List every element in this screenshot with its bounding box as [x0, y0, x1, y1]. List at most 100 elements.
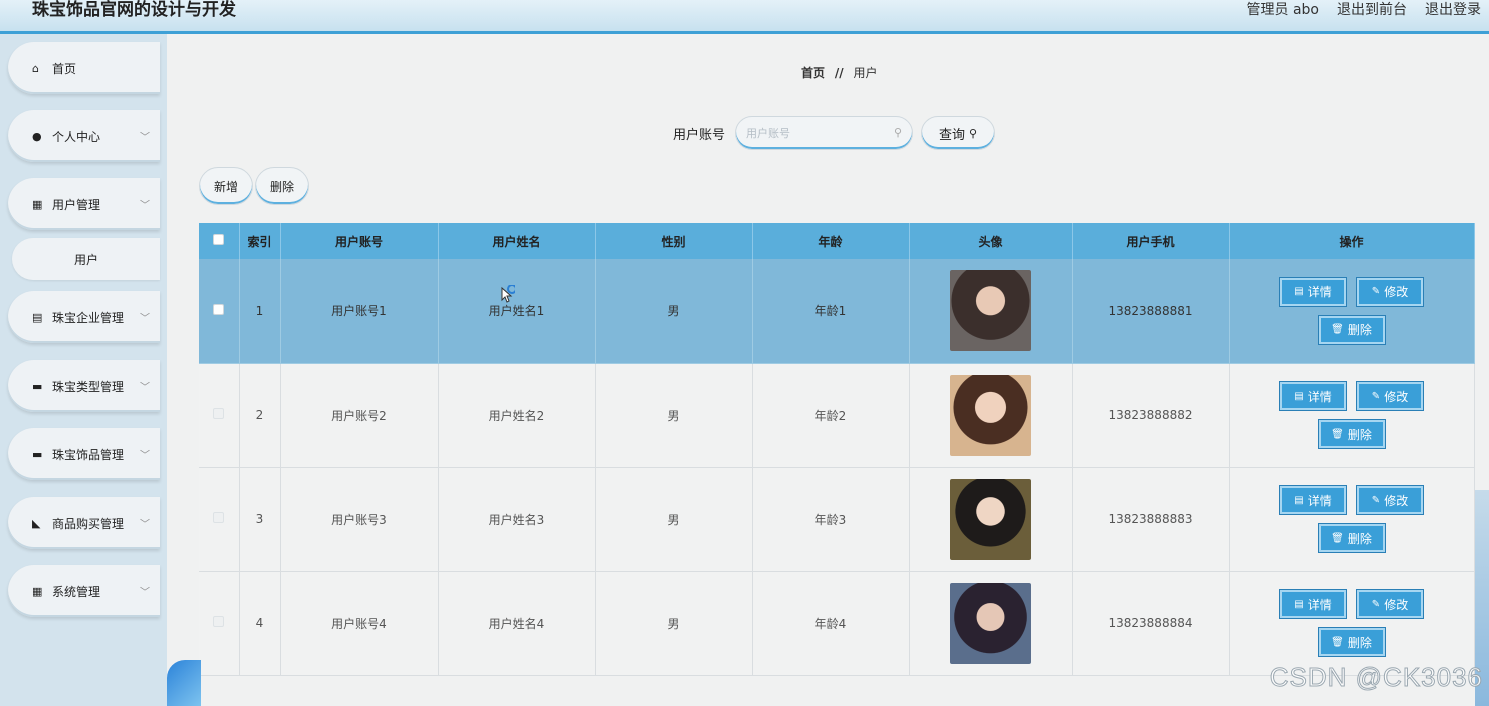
- column-header: 用户手机: [1072, 223, 1230, 259]
- avatar-cell: [909, 467, 1073, 572]
- monitor-icon: ▬: [32, 379, 43, 393]
- select-all-header[interactable]: [199, 223, 240, 259]
- column-header: 用户姓名: [438, 223, 596, 259]
- phone-cell: 13823888884: [1072, 571, 1230, 676]
- sidebar-item-home[interactable]: ⌂ 首页: [8, 42, 160, 94]
- avatar: [950, 478, 1031, 560]
- column-header: 用户账号: [280, 223, 439, 259]
- exit-to-front-link[interactable]: 退出到前台: [1337, 0, 1407, 20]
- gender-cell: 男: [595, 259, 753, 364]
- age-cell: 年龄1: [752, 259, 910, 364]
- sidebar-item-user-management[interactable]: ▦ 用户管理 ﹀: [8, 178, 160, 230]
- row-checkbox[interactable]: [213, 303, 225, 315]
- sidebar-item-label: 珠宝饰品管理: [52, 447, 125, 462]
- sidebar-item-label: 个人中心: [52, 129, 101, 144]
- detail-button[interactable]: ▤ 详情: [1279, 589, 1347, 619]
- sidebar-item-system-management[interactable]: ▦ 系统管理 ﹀: [8, 565, 160, 617]
- batch-delete-button[interactable]: 删除: [255, 167, 309, 205]
- phone-cell: 13823888882: [1072, 363, 1230, 468]
- edit-button[interactable]: ✎ 修改: [1356, 589, 1424, 619]
- detail-button[interactable]: ▤ 详情: [1279, 485, 1347, 515]
- sidebar-item-enterprise-management[interactable]: ▤ 珠宝企业管理 ﹀: [8, 291, 160, 343]
- edit-button[interactable]: ✎ 修改: [1356, 485, 1424, 515]
- column-header: 年龄: [752, 223, 910, 259]
- row-select-cell[interactable]: [199, 571, 240, 676]
- add-button[interactable]: 新增: [199, 167, 253, 205]
- pencil-icon: ✎: [1371, 390, 1381, 402]
- row-select-cell[interactable]: [199, 467, 240, 572]
- edit-button[interactable]: ✎ 修改: [1356, 276, 1424, 307]
- table-row[interactable]: 3 用户账号3 用户姓名3 男年龄3 13823888883 ▤ 详情 ✎ 修改 🗑 删除: [199, 467, 1475, 572]
- document-icon: ▤: [1294, 390, 1304, 402]
- actions-cell: ▤ 详情 ✎ 修改 🗑 删除: [1229, 571, 1475, 676]
- detail-label: 详情: [1307, 493, 1332, 508]
- delete-button[interactable]: 🗑 删除: [1317, 419, 1386, 449]
- clipboard-icon: ▤: [32, 310, 43, 324]
- detail-label: 详情: [1307, 285, 1332, 300]
- edit-label: 修改: [1384, 389, 1409, 404]
- main-content: 首页 // 用户 用户账号 ⚲ 查询 ⚲ 新增 删除 索引: [167, 34, 1489, 706]
- table-row[interactable]: 1 用户账号1 用户姓名1 男年龄1 13823888881 ▤ 详情 ✎ 修改 🗑 删除: [199, 259, 1475, 364]
- avatar: [950, 582, 1031, 664]
- detail-button[interactable]: ▤ 详情: [1279, 381, 1347, 411]
- user-icon: ●: [32, 129, 42, 143]
- row-checkbox[interactable]: [213, 408, 225, 419]
- watermark: CSDN @CK3036: [1269, 662, 1483, 693]
- chevron-down-icon: ﹀: [140, 200, 150, 212]
- delete-label: 删除: [1347, 427, 1372, 442]
- search-field[interactable]: ⚲: [735, 116, 914, 150]
- pencil-icon: ✎: [1371, 598, 1381, 610]
- top-bar: 珠宝饰品官网的设计与开发 管理员 abo 退出到前台 退出登录: [0, 0, 1489, 34]
- logout-link[interactable]: 退出登录: [1425, 0, 1481, 20]
- table-row[interactable]: 2 用户账号2 用户姓名2 男年龄2 13823888882 ▤ 详情 ✎ 修改 🗑 删除: [199, 363, 1475, 468]
- account-cell: 用户账号2: [280, 363, 439, 468]
- name-cell: 用户姓名2: [438, 363, 596, 468]
- breadcrumb-current: 用户: [853, 66, 878, 80]
- sidebar-item-personal-center[interactable]: ● 个人中心 ﹀: [8, 110, 160, 162]
- actions-cell: ▤ 详情 ✎ 修改 🗑 删除: [1229, 259, 1475, 364]
- column-header: 头像: [909, 223, 1073, 259]
- delete-button[interactable]: 🗑 删除: [1317, 523, 1386, 553]
- row-checkbox[interactable]: [213, 512, 225, 523]
- account-cell: 用户账号1: [280, 259, 439, 364]
- delete-button[interactable]: 🗑 删除: [1317, 314, 1386, 345]
- breadcrumb: 首页 // 用户: [801, 64, 877, 81]
- edit-label: 修改: [1384, 285, 1409, 300]
- column-header: 性别: [595, 223, 753, 259]
- detail-button[interactable]: ▤ 详情: [1279, 276, 1347, 307]
- detail-label: 详情: [1307, 389, 1332, 404]
- account-cell: 用户账号4: [280, 571, 439, 676]
- chevron-down-icon: ﹀: [140, 450, 150, 462]
- sidebar-subitem-user[interactable]: 用户: [12, 238, 160, 280]
- column-header: 索引: [239, 223, 281, 259]
- query-button[interactable]: 查询 ⚲: [921, 116, 996, 150]
- delete-label: 删除: [1347, 323, 1372, 338]
- sidebar-item-jewelry-management[interactable]: ▬ 珠宝饰品管理 ﹀: [8, 428, 160, 480]
- age-cell: 年龄4: [752, 571, 910, 676]
- actions-cell: ▤ 详情 ✎ 修改 🗑 删除: [1229, 467, 1475, 572]
- document-icon: ▤: [1294, 494, 1304, 506]
- search-bar: 用户账号 ⚲ 查询 ⚲: [673, 116, 996, 150]
- row-checkbox[interactable]: [213, 616, 225, 627]
- avatar-cell: [909, 259, 1073, 364]
- breadcrumb-home[interactable]: 首页: [801, 66, 825, 80]
- user-table: 索引 用户账号 用户姓名 性别 年龄 头像 用户手机 操作 1 用户账号1 用户姓名…: [199, 223, 1475, 676]
- search-input[interactable]: [746, 126, 887, 140]
- sidebar-item-label: 珠宝企业管理: [52, 310, 125, 325]
- pencil-icon: ✎: [1371, 286, 1381, 298]
- index-cell: 3: [239, 467, 281, 572]
- row-select-cell[interactable]: [199, 259, 240, 364]
- table-header-row: 索引 用户账号 用户姓名 性别 年龄 头像 用户手机 操作: [199, 223, 1475, 259]
- sidebar-subitem-label: 用户: [73, 252, 98, 267]
- table-row[interactable]: 4 用户账号4 用户姓名4 男年龄4 13823888884 ▤ 详情 ✎ 修改 🗑 删除: [199, 571, 1475, 676]
- sidebar-item-purchase-management[interactable]: ◣ 商品购买管理 ﹀: [8, 497, 160, 549]
- edit-button[interactable]: ✎ 修改: [1356, 381, 1424, 411]
- chevron-down-icon: ﹀: [140, 587, 150, 599]
- row-select-cell[interactable]: [199, 363, 240, 468]
- actions-cell: ▤ 详情 ✎ 修改 🗑 删除: [1229, 363, 1475, 468]
- select-all-checkbox[interactable]: [213, 234, 225, 245]
- search-label: 用户账号: [673, 127, 726, 143]
- delete-button[interactable]: 🗑 删除: [1317, 627, 1386, 657]
- sidebar-item-jewelry-type-management[interactable]: ▬ 珠宝类型管理 ﹀: [8, 360, 160, 412]
- age-cell: 年龄2: [752, 363, 910, 468]
